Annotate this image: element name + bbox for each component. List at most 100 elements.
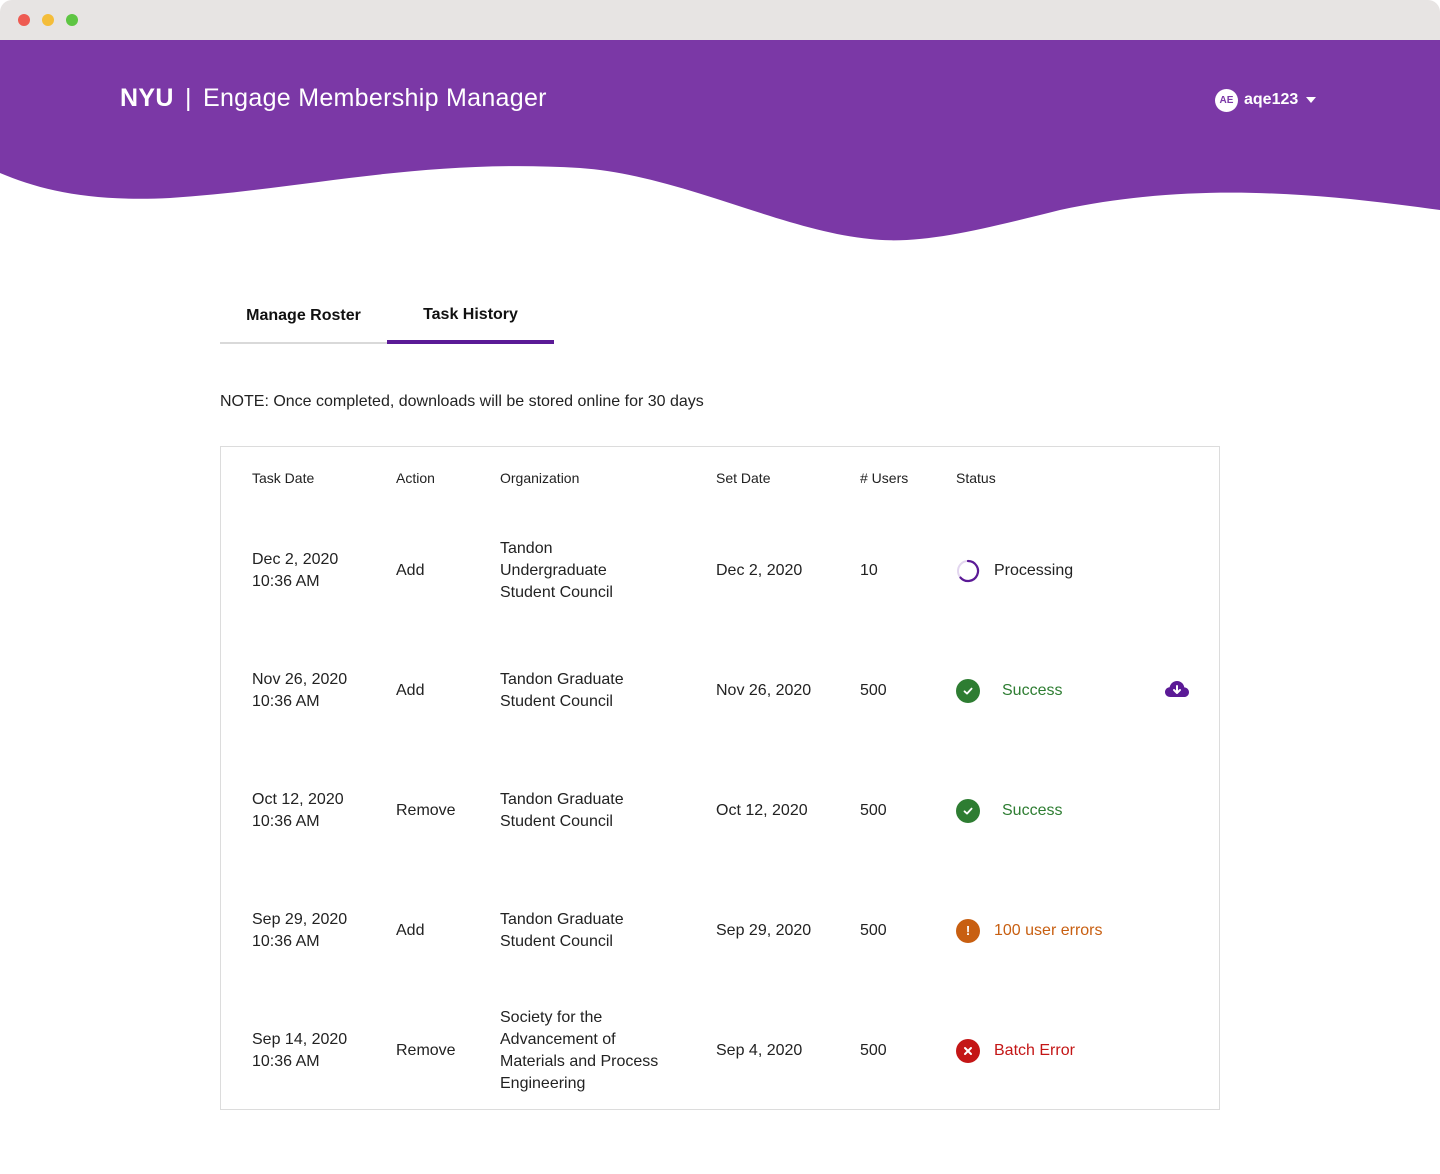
organization-cell: Tandon Graduate Student Council bbox=[500, 871, 624, 991]
users-cell: 500 bbox=[860, 871, 887, 991]
task-date: Nov 26, 2020 bbox=[252, 671, 348, 688]
organization-line: Student Council bbox=[500, 933, 613, 950]
status-text: 100 user errors bbox=[994, 922, 1103, 939]
user-menu[interactable]: AE aqe123 bbox=[1215, 88, 1317, 112]
app-window: NYU | Engage Membership Manager AE aqe12… bbox=[0, 0, 1440, 1174]
organization-line: Student Council bbox=[500, 813, 613, 830]
tab-manage-roster[interactable]: Manage Roster bbox=[220, 290, 387, 344]
user-count: 500 bbox=[860, 682, 887, 699]
action-value: Remove bbox=[396, 802, 456, 819]
organization-name: Tandon Undergraduate Student Council bbox=[500, 538, 613, 604]
title-separator: | bbox=[184, 84, 192, 112]
set-date: Dec 2, 2020 bbox=[716, 562, 803, 579]
maximize-window-button[interactable] bbox=[66, 14, 78, 26]
set-date-cell: Oct 12, 2020 bbox=[716, 751, 808, 871]
organization-line: Student Council bbox=[500, 693, 613, 710]
action-value: Add bbox=[396, 682, 425, 699]
organization-line: Advancement of bbox=[500, 1031, 616, 1048]
action-cell: Add bbox=[396, 871, 424, 991]
action-cell: Remove bbox=[396, 991, 456, 1111]
organization-name: Tandon Graduate Student Council bbox=[500, 789, 624, 833]
app-name: Engage Membership Manager bbox=[202, 84, 547, 112]
task-date-stack: Sep 29, 2020 10:36 AM bbox=[252, 909, 347, 953]
brand-name: NYU bbox=[120, 84, 174, 112]
set-date: Nov 26, 2020 bbox=[716, 682, 812, 699]
status-cell: Batch Error bbox=[956, 991, 1075, 1111]
table-row: Nov 26, 2020 10:36 AM Add Tandon Graduate St… bbox=[221, 631, 1219, 751]
status-cell: Success bbox=[956, 751, 1062, 871]
task-date-cell: Oct 12, 2020 10:36 AM bbox=[252, 751, 344, 871]
app-title: NYU | Engage Membership Manager bbox=[120, 84, 547, 113]
table-row: Sep 29, 2020 10:36 AM Add Tandon Graduate St… bbox=[221, 871, 1219, 991]
exclamation-circle-icon: ! bbox=[956, 919, 980, 943]
organization-line: Tandon Graduate bbox=[500, 911, 624, 928]
user-count: 500 bbox=[860, 1042, 887, 1059]
spinner-icon bbox=[956, 559, 980, 583]
action-value: Add bbox=[396, 562, 425, 579]
cloud-download-icon bbox=[1164, 679, 1190, 704]
organization-line: Student Council bbox=[500, 584, 613, 601]
organization-line: Materials and Process bbox=[500, 1053, 659, 1070]
task-time: 10:36 AM bbox=[252, 813, 320, 830]
task-time: 10:36 AM bbox=[252, 1053, 320, 1070]
organization-cell: Tandon Graduate Student Council bbox=[500, 631, 624, 751]
task-date-cell: Sep 29, 2020 10:36 AM bbox=[252, 871, 347, 991]
set-date: Sep 29, 2020 bbox=[716, 922, 812, 939]
user-count: 500 bbox=[860, 802, 887, 819]
organization-name: Tandon Graduate Student Council bbox=[500, 669, 624, 713]
task-date: Sep 29, 2020 bbox=[252, 911, 348, 928]
user-count: 500 bbox=[860, 922, 887, 939]
action-cell: Add bbox=[396, 631, 424, 751]
set-date-cell: Sep 29, 2020 bbox=[716, 871, 811, 991]
retention-note: NOTE: Once completed, downloads will be … bbox=[220, 393, 704, 410]
organization-line: Tandon Graduate bbox=[500, 671, 624, 688]
task-date-cell: Dec 2, 2020 10:36 AM bbox=[252, 511, 338, 631]
task-time: 10:36 AM bbox=[252, 693, 320, 710]
check-circle-icon bbox=[956, 679, 980, 703]
status-cell: Success bbox=[956, 631, 1062, 751]
action-value: Remove bbox=[396, 1042, 456, 1059]
close-window-button[interactable] bbox=[18, 14, 30, 26]
set-date-cell: Nov 26, 2020 bbox=[716, 631, 811, 751]
header-wave-background bbox=[0, 40, 1440, 241]
x-circle-icon bbox=[956, 1039, 980, 1063]
task-date-stack: Dec 2, 2020 10:36 AM bbox=[252, 549, 338, 593]
set-date-cell: Sep 4, 2020 bbox=[716, 991, 802, 1111]
organization-name: Society for the Advancement of Materials a… bbox=[500, 1007, 658, 1095]
users-cell: 10 bbox=[860, 511, 878, 631]
task-time: 10:36 AM bbox=[252, 933, 320, 950]
task-date-cell: Sep 14, 2020 10:36 AM bbox=[252, 991, 347, 1111]
organization-line: Undergraduate bbox=[500, 562, 607, 579]
chevron-down-icon bbox=[1306, 97, 1317, 103]
organization-line: Engineering bbox=[500, 1075, 586, 1092]
task-date-cell: Nov 26, 2020 10:36 AM bbox=[252, 631, 347, 751]
set-date: Oct 12, 2020 bbox=[716, 802, 808, 819]
task-date-stack: Sep 14, 2020 10:36 AM bbox=[252, 1029, 347, 1073]
header-status: Status bbox=[956, 470, 996, 486]
organization-line: Society for the bbox=[500, 1009, 603, 1026]
organization-line: Tandon Graduate bbox=[500, 791, 624, 808]
user-count: 10 bbox=[860, 562, 878, 579]
action-cell: Remove bbox=[396, 751, 456, 871]
check-circle-icon bbox=[956, 799, 980, 823]
header-action: Action bbox=[396, 470, 435, 486]
organization-cell: Tandon Graduate Student Council bbox=[500, 751, 624, 871]
minimize-window-button[interactable] bbox=[42, 14, 54, 26]
task-history-table: Task Date Action Organization Set Date #… bbox=[220, 446, 1220, 1110]
organization-cell: Society for the Advancement of Materials a… bbox=[500, 991, 658, 1111]
task-date-stack: Oct 12, 2020 10:36 AM bbox=[252, 789, 344, 833]
table-row: Sep 14, 2020 10:36 AM Remove Society for th… bbox=[221, 991, 1219, 1111]
task-date: Sep 14, 2020 bbox=[252, 1031, 348, 1048]
task-date: Dec 2, 2020 bbox=[252, 551, 339, 568]
status-cell: ! 100 user errors bbox=[956, 871, 1103, 991]
download-button[interactable] bbox=[1164, 679, 1190, 703]
tab-task-history[interactable]: Task History bbox=[387, 290, 554, 344]
header-task-date: Task Date bbox=[252, 470, 315, 486]
status-text: Batch Error bbox=[994, 1042, 1075, 1059]
users-cell: 500 bbox=[860, 991, 887, 1111]
tab-bar: Manage Roster Task History bbox=[220, 290, 554, 344]
window-titlebar bbox=[0, 0, 1440, 40]
organization-name: Tandon Graduate Student Council bbox=[500, 909, 624, 953]
username: aqe123 bbox=[1244, 91, 1299, 108]
users-cell: 500 bbox=[860, 631, 887, 751]
